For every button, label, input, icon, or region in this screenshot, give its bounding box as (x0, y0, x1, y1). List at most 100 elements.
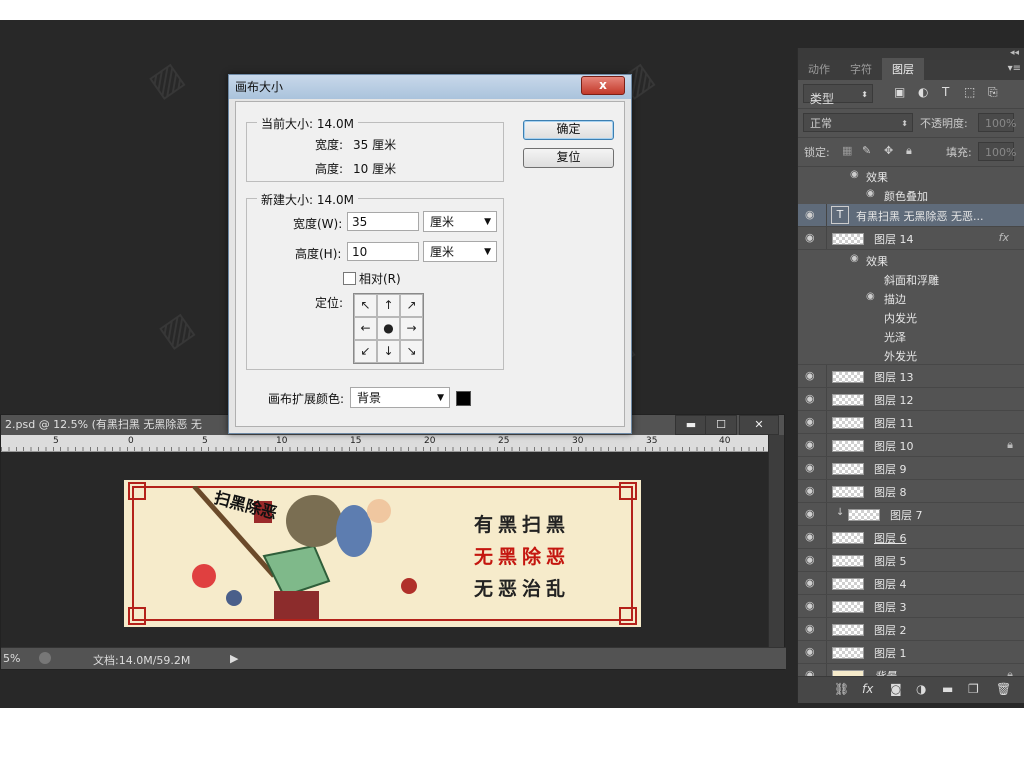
layer-row[interactable]: ◉ 图层 9 (798, 457, 1024, 480)
layer-row-14[interactable]: ◉ 图层 14 fx (798, 227, 1024, 250)
layer-row[interactable]: ◉ 图层 6 (798, 526, 1024, 549)
effect-satin-row[interactable]: 光泽 (798, 326, 1024, 345)
height-unit-select[interactable]: 厘米 ▼ (423, 241, 497, 262)
opacity-input[interactable]: 100% (978, 113, 1016, 132)
eye-icon[interactable]: ◉ (805, 531, 819, 543)
eye-icon[interactable]: ◉ (805, 577, 819, 589)
layer-row[interactable]: ◉ 图层 10 🔒︎ (798, 434, 1024, 457)
extension-color-select[interactable]: 背景 ▼ (350, 387, 450, 408)
effect-inner-glow-row[interactable]: 内发光 (798, 307, 1024, 326)
add-mask-icon[interactable]: ◙ (890, 682, 902, 696)
lock-move-icon[interactable]: ✥ (884, 144, 893, 157)
layer-row[interactable]: ◉ 图层 5 (798, 549, 1024, 572)
reset-button[interactable]: 复位 (523, 148, 614, 168)
anchor-center[interactable]: ● (377, 317, 400, 340)
eye-icon[interactable]: ◉ (866, 188, 875, 199)
eye-icon[interactable]: ◉ (805, 485, 819, 497)
anchor-top-left[interactable]: ↖ (354, 294, 377, 317)
layer-row[interactable]: ◉ 图层 13 (798, 365, 1024, 388)
eye-icon[interactable]: ◉ (805, 209, 819, 221)
layer-row-text[interactable]: ◉ T 有黑扫黑 无黑除恶 无恶... (798, 204, 1024, 227)
close-dialog-button[interactable]: x (581, 76, 625, 95)
anchor-left[interactable]: ← (354, 317, 377, 340)
filter-kind-select[interactable]: ⌕ 类型 ⬍ (803, 84, 873, 106)
add-style-icon[interactable]: fx (862, 682, 873, 696)
maximize-button[interactable]: ☐ (705, 415, 737, 435)
panel-menu-icon[interactable]: ▾≡ (1008, 63, 1021, 74)
dialog-titlebar[interactable]: 画布大小 x (229, 75, 631, 99)
layer-row[interactable]: ◉ 图层 2 (798, 618, 1024, 641)
layer-name: 图层 14 (874, 233, 914, 246)
eye-icon[interactable]: ◉ (850, 169, 859, 180)
layer-row[interactable]: ◉ 图层 12 (798, 388, 1024, 411)
lock-paint-icon[interactable]: ✎ (862, 144, 871, 157)
color-overlay-row[interactable]: ◉ 颜色叠加 (798, 185, 1024, 204)
effects-row[interactable]: ◉ 效果 (798, 166, 1024, 185)
link-layers-icon[interactable]: ⛓ (834, 682, 849, 696)
zoom-level[interactable]: 5% (3, 652, 20, 665)
effects-row[interactable]: ◉ 效果 (798, 250, 1024, 269)
extension-color-swatch[interactable] (456, 391, 471, 406)
eye-icon[interactable]: ◉ (805, 393, 819, 405)
layer-row[interactable]: ◉ 图层 3 (798, 595, 1024, 618)
eye-icon[interactable]: ◉ (805, 232, 819, 244)
effect-outer-glow-row[interactable]: 外发光 (798, 345, 1024, 365)
height-input[interactable]: 10 (347, 242, 419, 261)
anchor-top[interactable]: ↑ (377, 294, 400, 317)
close-document-button[interactable]: ✕ (739, 415, 779, 435)
width-unit-select[interactable]: 厘米 ▼ (423, 211, 497, 232)
minimize-button[interactable]: ▬ (675, 415, 707, 435)
eye-icon[interactable]: ◉ (805, 600, 819, 612)
layer-row[interactable]: ◉ ↓ 图层 7 (798, 503, 1024, 526)
type-filter-icon[interactable]: T (942, 85, 949, 99)
doc-info: 文档:14.0M/59.2M (93, 654, 191, 667)
ok-button[interactable]: 确定 (523, 120, 614, 140)
relative-checkbox[interactable] (343, 272, 356, 285)
anchor-bottom-left[interactable]: ↙ (354, 340, 377, 363)
layer-row[interactable]: ◉ 图层 1 (798, 641, 1024, 664)
effect-stroke-row[interactable]: ◉ 描边 (798, 288, 1024, 307)
tab-actions[interactable]: 动作 (798, 58, 840, 80)
new-adjustment-icon[interactable]: ◑ (916, 682, 926, 696)
width-input[interactable]: 35 (347, 212, 419, 231)
new-layer-icon[interactable]: ❐ (968, 682, 979, 696)
effect-bevel-row[interactable]: 斜面和浮雕 (798, 269, 1024, 288)
image-filter-icon[interactable]: ▣ (894, 85, 905, 99)
anchor-bottom[interactable]: ↓ (377, 340, 400, 363)
vertical-scrollbar[interactable] (768, 435, 784, 649)
eye-icon[interactable]: ◉ (805, 370, 819, 382)
eye-icon[interactable]: ◉ (805, 416, 819, 428)
blend-mode-select[interactable]: 正常 ⬍ (803, 113, 913, 132)
fill-input[interactable]: 100% (978, 142, 1016, 161)
smart-object-filter-icon[interactable]: ⎘ (988, 85, 998, 100)
tab-layers[interactable]: 图层 (882, 58, 924, 80)
new-group-icon[interactable]: ▬ (942, 682, 953, 696)
lock-all-icon[interactable]: 🔒︎ (906, 144, 912, 158)
tab-character[interactable]: 字符 (840, 58, 882, 80)
delete-layer-icon[interactable]: 🗑︎ (996, 682, 1011, 696)
layer-row[interactable]: ◉ 图层 8 (798, 480, 1024, 503)
lock-label: 锁定: (804, 146, 830, 159)
eye-icon[interactable]: ◉ (805, 646, 819, 658)
eye-icon[interactable]: ◉ (805, 623, 819, 635)
layer-row[interactable]: ◉ 图层 4 (798, 572, 1024, 595)
layer-row[interactable]: ◉ 图层 11 (798, 411, 1024, 434)
proof-icon[interactable] (39, 652, 51, 664)
shape-filter-icon[interactable]: ⬚ (964, 85, 975, 99)
eye-icon[interactable]: ◉ (850, 253, 859, 264)
anchor-bottom-right[interactable]: ↘ (400, 340, 423, 363)
ruler-tick: 35 (646, 436, 658, 446)
anchor-top-right[interactable]: ↗ (400, 294, 423, 317)
eye-icon[interactable]: ◉ (805, 508, 819, 520)
eye-icon[interactable]: ◉ (805, 554, 819, 566)
collapse-icon[interactable]: ◂◂ (1010, 48, 1019, 58)
eye-icon[interactable]: ◉ (805, 462, 819, 474)
eye-icon[interactable]: ◉ (866, 291, 875, 302)
adjustment-filter-icon[interactable]: ◐ (918, 85, 928, 99)
status-menu-arrow-icon[interactable]: ▶ (230, 652, 238, 665)
lock-transparent-icon[interactable]: ▦ (842, 144, 852, 157)
anchor-right[interactable]: → (400, 317, 423, 340)
eye-icon[interactable]: ◉ (805, 439, 819, 451)
fx-icon[interactable]: fx (999, 231, 1009, 244)
relative-label[interactable]: 相对(R) (359, 270, 401, 287)
